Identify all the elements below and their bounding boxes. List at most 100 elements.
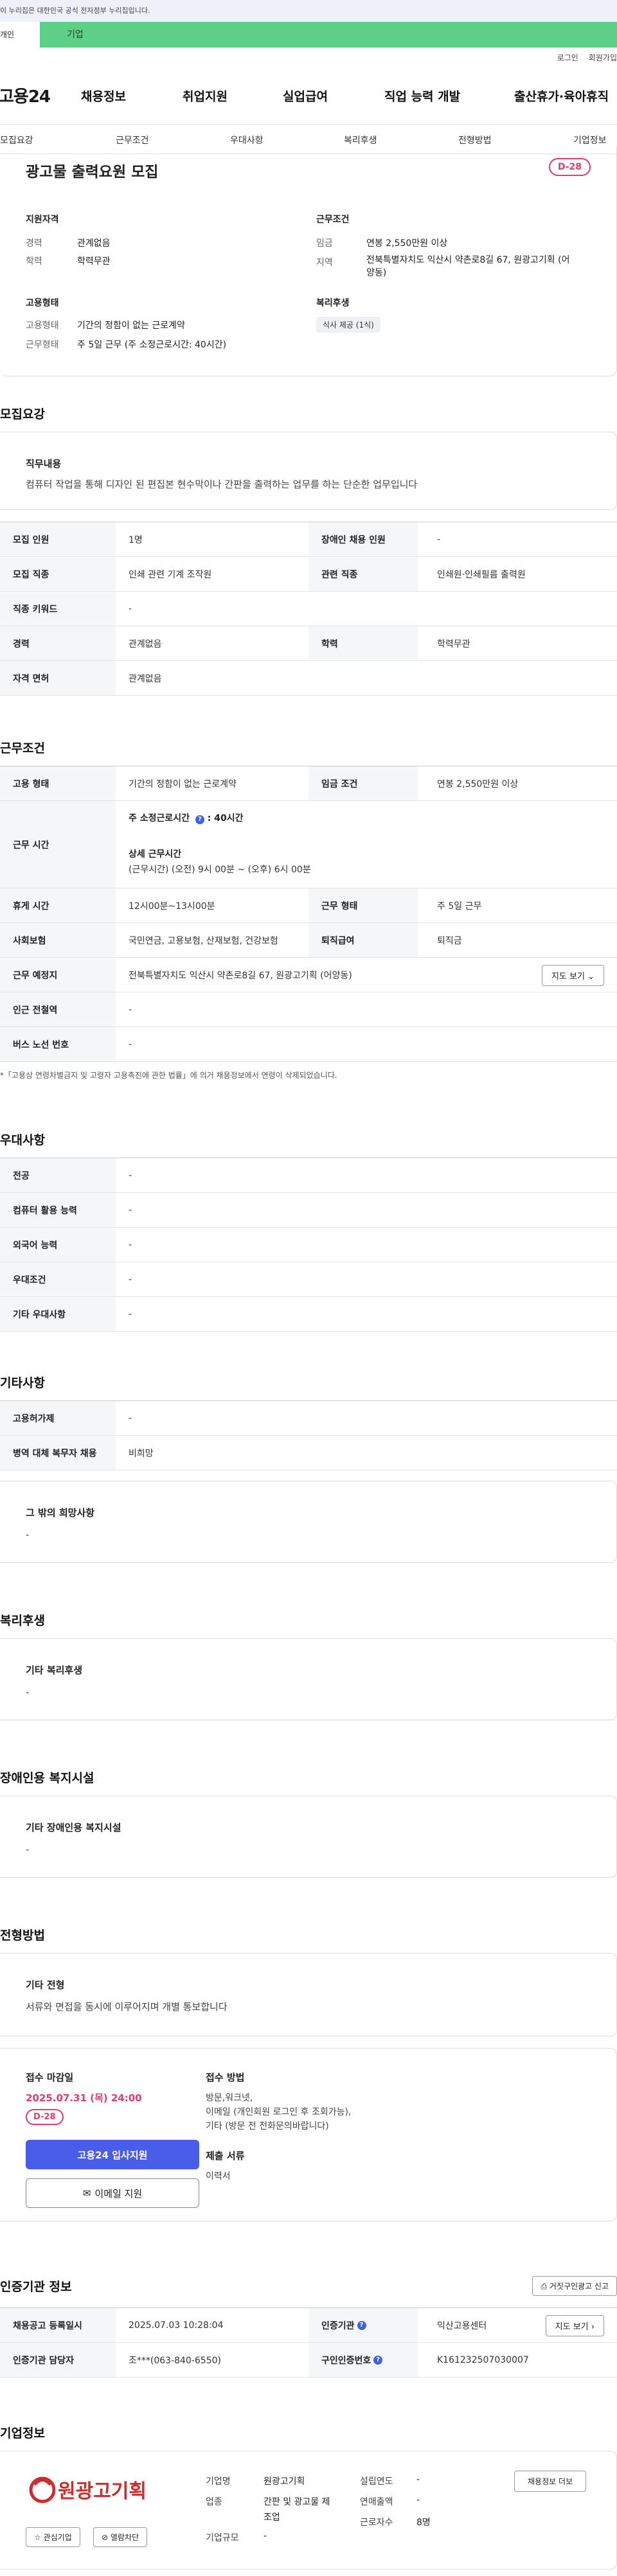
lnb-process[interactable]: 전형방법 (458, 134, 492, 146)
th-form: 근무 형태 (308, 888, 418, 922)
method-line-1: 방문,워크넷, (206, 2093, 253, 2103)
info-icon[interactable]: ? (357, 2320, 366, 2330)
table-row: 고용허가제 - (0, 1401, 617, 1436)
gnb-jobs[interactable]: 채용정보 (81, 87, 126, 104)
th-emp: 고용 형태 (0, 766, 116, 800)
th-agency-label: 인증기관 (321, 2320, 355, 2331)
recruit-table: 모집 인원 1명 장애인 채용 인원 - 모집 직종 인쇄 관련 기계 조작원 … (0, 522, 617, 696)
report-button[interactable]: ⎙ 거짓구인광고 신고 (532, 2276, 617, 2296)
apply-dday-badge: D-28 (26, 2109, 64, 2125)
gnb-vocational-training[interactable]: 직업 능력 개발 (384, 87, 460, 104)
corp-biz-label: 업종 (206, 2497, 222, 2507)
favorite-label: 관심기업 (43, 2533, 72, 2542)
wish-value: - (26, 1529, 30, 1540)
weekly-hours: 주 소정근로시간 ? : 40시간 (129, 811, 244, 824)
deadline-value: 2025.07.31 (목) 24:00 (26, 2092, 142, 2104)
table-row: 우대조건 - (0, 1262, 617, 1297)
table-row: 모집 인원 1명 장애인 채용 인원 - (0, 522, 617, 557)
th-num: 구인인증번호? (308, 2343, 418, 2377)
cond-region-value-2: 양동) (366, 268, 387, 278)
user-type-tabs: 개인 기업 (0, 22, 617, 48)
corp-emp-value: 8명 (416, 2518, 431, 2528)
th-bus: 버스 노선 번호 (0, 1027, 116, 1061)
corp-name-label: 기업명 (206, 2476, 231, 2487)
tab-company[interactable]: 기업 (40, 22, 617, 48)
corp-scale-label: 기업규모 (206, 2533, 239, 2543)
gnb-unemployment-benefit[interactable]: 실업급여 (283, 87, 328, 104)
agency-table: 채용공고 등록일시 2025.07.03 10:28:04 인증기관? 익산고용… (0, 2307, 617, 2378)
wish-box: 그 밖의 희망사항 - (0, 1481, 617, 1563)
section-title-company: 기업정보 (0, 2426, 45, 2440)
preference-table: 전공 - 컴퓨터 활용 능력 - 외국어 능력 - 우대조건 - 기타 우대사항… (0, 1158, 617, 1332)
td-rest: 12시00분~13시00분 (129, 901, 215, 912)
conditions-heading: 근무조건 (316, 215, 350, 225)
method-line-3: 기타 (방문 전 전화문의바랍니다) (206, 2121, 329, 2131)
signup-link[interactable]: 회원가입 (589, 52, 617, 63)
td-kw: - (129, 603, 132, 614)
td-count: 1명 (129, 534, 143, 545)
duty-text: 컴퓨터 작업을 통해 디자인 된 편집본 현수막이나 간판을 출력하는 업무를 … (26, 479, 418, 490)
email-apply-label: 이메일 지원 (94, 2187, 143, 2200)
method-heading: 접수 방법 (206, 2072, 245, 2083)
block-label: 열람차단 (110, 2533, 139, 2542)
favorite-company-button[interactable]: ☆ 관심기업 (26, 2527, 80, 2547)
dday-badge: D-28 (548, 158, 591, 176)
th-disabled: 장애인 채용 인원 (308, 522, 418, 556)
qualification-heading: 지원자격 (26, 215, 59, 225)
corp-sales-value: - (416, 2495, 420, 2505)
table-row: 고용 형태 기간의 정함이 없는 근로계약 임금 조건 연봉 2,550만원 이… (0, 766, 617, 801)
th-mil: 병역 대체 복무자 채용 (0, 1436, 116, 1470)
global-nav: 고용24 채용정보 취업지원 실업급여 직업 능력 개발 출산휴가·육아휴직 (0, 67, 617, 125)
td-emp: 기간의 정함이 없는 근로계약 (129, 779, 237, 790)
td-pc: - (129, 1204, 132, 1215)
lnb-conditions[interactable]: 근무조건 (116, 134, 149, 146)
corp-emp-label: 근로자수 (360, 2518, 393, 2528)
etc-table: 고용허가제 - 병역 대체 복무자 채용 비희망 (0, 1400, 617, 1470)
th-subway: 인근 전철역 (0, 992, 116, 1027)
table-row: 사회보험 국민연금, 고용보험, 산재보험, 건강보험 퇴직급여 퇴직금 (0, 923, 617, 958)
site-logo[interactable]: 고용24 (0, 84, 51, 107)
lnb-company[interactable]: 기업정보 (573, 134, 607, 146)
info-icon[interactable]: ? (195, 815, 204, 824)
info-icon[interactable]: ? (373, 2355, 383, 2365)
agency-map-button[interactable]: 지도 보기 › (545, 2315, 604, 2336)
weekly-hours-label: 주 소정근로시간 (129, 813, 190, 824)
detail-hours-heading: 상세 근무시간 (129, 849, 182, 860)
tab-personal[interactable]: 개인 (0, 22, 40, 48)
deadline-heading: 접수 마감일 (26, 2072, 74, 2083)
login-link[interactable]: 로그인 (557, 52, 578, 63)
email-apply-button[interactable]: ✉ 이메일 지원 (26, 2178, 199, 2208)
gnb-maternity-leave[interactable]: 출산휴가·육아휴직 (514, 87, 609, 104)
facility-box: 기타 장애인용 복지시설 - (0, 1795, 617, 1878)
corp-biz-value-2: 조업 (264, 2512, 280, 2523)
td-edu: 학력무관 (437, 639, 470, 649)
table-row: 근무 예정지 전북특별자치도 익산시 약촌로8길 67, 원광고기획 (어양동)… (0, 958, 617, 992)
cond-wage-value: 연봉 2,550만원 이상 (366, 238, 448, 249)
more-jobs-button[interactable]: 채용정보 더보 (514, 2471, 587, 2492)
th-kw: 직종 키워드 (0, 592, 116, 626)
welfare-chip: 식사 제공 (1식) (316, 317, 380, 333)
th-time: 근무 시간 (0, 801, 116, 888)
td-place: 전북특별자치도 익산시 약촌로8길 67, 원광고기획 (어양동) (129, 970, 352, 981)
section-title-etc: 기타사항 (0, 1376, 45, 1390)
table-row: 근무 시간 주 소정근로시간 ? : 40시간 상세 근무시간 (근무시간) (… (0, 801, 617, 888)
th-cond: 우대조건 (0, 1262, 116, 1296)
td-subway: - (129, 1004, 132, 1015)
chevron-down-icon: ⌄ (587, 972, 595, 982)
emp-type-label: 고용형태 (26, 321, 59, 331)
gnb-employment-support[interactable]: 취업지원 (183, 87, 228, 104)
block-company-button[interactable]: ⊘ 열람차단 (93, 2527, 148, 2547)
lnb-welfare[interactable]: 복리후생 (344, 134, 377, 146)
lnb-recruit[interactable]: 모집요강 (0, 134, 33, 146)
lnb-preference[interactable]: 우대사항 (230, 134, 264, 146)
td-ins: 국민연금, 고용보험, 산재보험, 건강보험 (129, 935, 278, 946)
td-ins: - (129, 1413, 132, 1424)
td-major: - (129, 1170, 132, 1181)
qual-career-value: 관계없음 (77, 238, 111, 249)
table-row: 휴게 시간 12시00분~13시00분 근무 형태 주 5일 근무 (0, 888, 617, 923)
th-reg: 채용공고 등록일시 (0, 2308, 116, 2342)
report-button-label: 거짓구인광고 신고 (549, 2282, 609, 2291)
map-button[interactable]: 지도 보기 ⌄ (541, 965, 604, 986)
apply-button[interactable]: 고용24 입사지원 (26, 2140, 199, 2169)
duty-box: 직무내용 컴퓨터 작업을 통해 디자인 된 편집본 현수막이나 간판을 출력하는… (0, 432, 617, 510)
